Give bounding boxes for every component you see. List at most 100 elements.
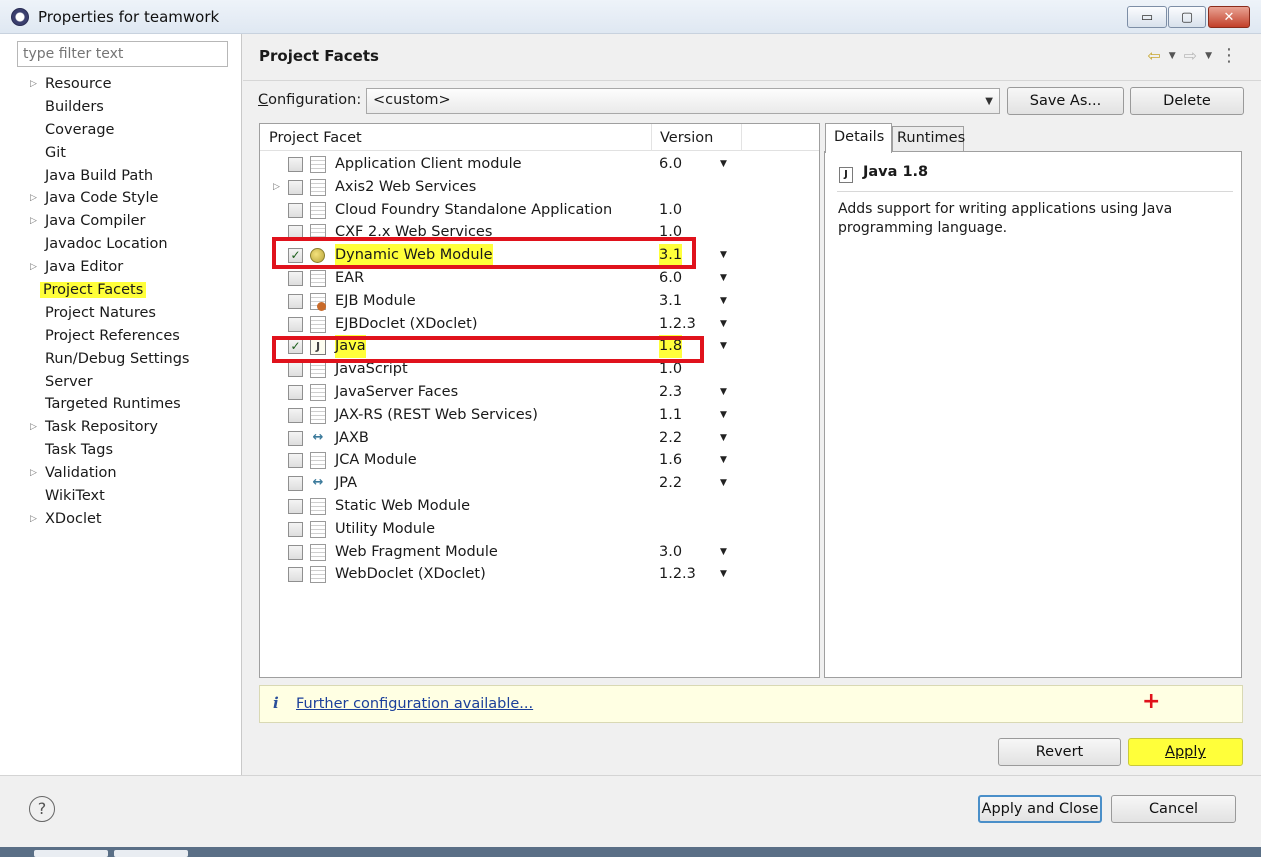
- sidebar-item-wikitext[interactable]: WikiText: [0, 485, 242, 508]
- facet-version[interactable]: 1.2.3: [659, 313, 696, 336]
- column-header-version[interactable]: Version: [660, 130, 713, 146]
- facet-row[interactable]: WebDoclet (XDoclet) 1.2.3 ▼: [260, 563, 819, 586]
- facet-version[interactable]: 3.0: [659, 541, 682, 564]
- sidebar-item-project-references[interactable]: Project References: [0, 325, 242, 348]
- facet-row[interactable]: Static Web Module: [260, 495, 819, 518]
- sidebar-item-builders[interactable]: Builders: [0, 96, 242, 119]
- facet-row[interactable]: Application Client module 6.0 ▼: [260, 153, 819, 176]
- version-dropdown-icon[interactable]: ▼: [720, 335, 727, 358]
- sidebar-item-project-natures[interactable]: Project Natures: [0, 302, 242, 325]
- facet-version[interactable]: 2.2: [659, 472, 682, 495]
- expand-arrow-icon[interactable]: ▷: [30, 210, 37, 233]
- further-configuration-link[interactable]: Further configuration available...: [296, 696, 533, 712]
- facet-version[interactable]: 1.6: [659, 449, 682, 472]
- facet-checkbox[interactable]: [288, 407, 303, 423]
- version-dropdown-icon[interactable]: ▼: [720, 449, 727, 472]
- configuration-select[interactable]: <custom> ▼: [366, 88, 1000, 114]
- sidebar-item-javadoc-location[interactable]: Javadoc Location: [0, 233, 242, 256]
- facet-checkbox[interactable]: [288, 430, 303, 446]
- save-as-button[interactable]: Save As...: [1007, 87, 1124, 115]
- facet-row[interactable]: JavaServer Faces 2.3 ▼: [260, 381, 819, 404]
- facet-row[interactable]: EAR 6.0 ▼: [260, 267, 819, 290]
- expand-arrow-icon[interactable]: ▷: [30, 256, 37, 279]
- facet-row[interactable]: EJB Module 3.1 ▼: [260, 290, 819, 313]
- facet-checkbox[interactable]: [288, 293, 303, 309]
- forward-dropdown-icon[interactable]: ▼: [1205, 51, 1212, 61]
- version-dropdown-icon[interactable]: ▼: [720, 153, 727, 176]
- minimize-button[interactable]: ▭: [1127, 6, 1167, 28]
- version-dropdown-icon[interactable]: ▼: [720, 290, 727, 313]
- facet-row[interactable]: EJBDoclet (XDoclet) 1.2.3 ▼: [260, 313, 819, 336]
- taskbar-item[interactable]: [34, 850, 108, 857]
- sidebar-item-validation[interactable]: ▷ Validation: [0, 462, 242, 485]
- facet-checkbox[interactable]: [288, 544, 303, 560]
- version-dropdown-icon[interactable]: ▼: [720, 541, 727, 564]
- apply-and-close-button[interactable]: Apply and Close: [978, 795, 1102, 823]
- version-dropdown-icon[interactable]: ▼: [720, 267, 727, 290]
- version-dropdown-icon[interactable]: ▼: [720, 244, 727, 267]
- maximize-button[interactable]: ▢: [1168, 6, 1206, 28]
- facet-checkbox[interactable]: [288, 157, 303, 172]
- sidebar-item-server[interactable]: Server: [0, 371, 242, 394]
- facet-row[interactable]: Utility Module: [260, 518, 819, 541]
- sidebar-item-project-facets[interactable]: Project Facets: [0, 279, 242, 302]
- taskbar-item[interactable]: [114, 850, 188, 857]
- sidebar-item-git[interactable]: Git: [0, 142, 242, 165]
- facet-version[interactable]: 6.0: [659, 153, 682, 176]
- delete-button[interactable]: Delete: [1130, 87, 1244, 115]
- facet-row[interactable]: ↔ JPA 2.2 ▼: [260, 472, 819, 495]
- version-dropdown-icon[interactable]: ▼: [720, 381, 727, 404]
- expand-arrow-icon[interactable]: ▷: [30, 416, 37, 439]
- facet-checkbox[interactable]: [288, 567, 303, 583]
- facet-row[interactable]: JAX-RS (REST Web Services) 1.1 ▼: [260, 404, 819, 427]
- cancel-button[interactable]: Cancel: [1111, 795, 1236, 823]
- expand-arrow-icon[interactable]: ▷: [30, 187, 37, 210]
- tab-runtimes[interactable]: Runtimes: [892, 126, 965, 152]
- sidebar-item-run-debug-settings[interactable]: Run/Debug Settings: [0, 348, 242, 371]
- facet-checkbox[interactable]: [288, 499, 303, 514]
- sidebar-item-java-compiler[interactable]: ▷ Java Compiler: [0, 210, 242, 233]
- back-arrow-icon[interactable]: ⇦: [1147, 46, 1160, 65]
- forward-arrow-icon[interactable]: ⇨: [1184, 46, 1197, 65]
- facet-version[interactable]: 2.2: [659, 427, 682, 450]
- sidebar-item-task-repository[interactable]: ▷ Task Repository: [0, 416, 242, 439]
- facet-checkbox[interactable]: [288, 521, 303, 537]
- expand-arrow-icon[interactable]: ▷: [30, 508, 37, 531]
- facet-version[interactable]: 1.2.3: [659, 563, 696, 586]
- facet-checkbox[interactable]: [288, 362, 303, 378]
- column-divider[interactable]: [741, 124, 742, 151]
- column-header-facet[interactable]: Project Facet: [269, 130, 362, 146]
- sidebar-item-java-editor[interactable]: ▷ Java Editor: [0, 256, 242, 279]
- facet-row[interactable]: ↔ JAXB 2.2 ▼: [260, 427, 819, 450]
- facet-version[interactable]: 2.3: [659, 381, 682, 404]
- facet-row[interactable]: Cloud Foundry Standalone Application 1.0: [260, 199, 819, 222]
- expand-arrow-icon[interactable]: ▷: [30, 73, 37, 96]
- facet-checkbox[interactable]: [288, 179, 303, 195]
- version-dropdown-icon[interactable]: ▼: [720, 427, 727, 450]
- revert-button[interactable]: Revert: [998, 738, 1121, 766]
- expand-arrow-icon[interactable]: ▷: [273, 176, 280, 199]
- facet-checkbox[interactable]: [288, 271, 303, 286]
- help-icon[interactable]: ?: [29, 796, 55, 822]
- facet-version[interactable]: 1.1: [659, 404, 682, 427]
- back-dropdown-icon[interactable]: ▼: [1169, 51, 1176, 61]
- sidebar-item-targeted-runtimes[interactable]: Targeted Runtimes: [0, 393, 242, 416]
- facet-row[interactable]: JCA Module 1.6 ▼: [260, 449, 819, 472]
- filter-input[interactable]: [17, 41, 228, 67]
- version-dropdown-icon[interactable]: ▼: [720, 472, 727, 495]
- expand-arrow-icon[interactable]: ▷: [30, 462, 37, 485]
- facet-checkbox[interactable]: [288, 476, 303, 492]
- sidebar-item-xdoclet[interactable]: ▷ XDoclet: [0, 508, 242, 531]
- column-divider[interactable]: [651, 124, 652, 151]
- view-menu-icon[interactable]: ⋮: [1220, 45, 1238, 66]
- sidebar-item-resource[interactable]: ▷ Resource: [0, 73, 242, 96]
- facet-version[interactable]: 3.1: [659, 290, 682, 313]
- sidebar-item-java-build-path[interactable]: Java Build Path: [0, 165, 242, 188]
- version-dropdown-icon[interactable]: ▼: [720, 404, 727, 427]
- apply-button[interactable]: Apply: [1128, 738, 1243, 766]
- version-dropdown-icon[interactable]: ▼: [720, 313, 727, 336]
- sidebar-item-task-tags[interactable]: Task Tags: [0, 439, 242, 462]
- tab-details[interactable]: Details: [825, 123, 892, 153]
- facet-checkbox[interactable]: [288, 316, 303, 332]
- sidebar-item-coverage[interactable]: Coverage: [0, 119, 242, 142]
